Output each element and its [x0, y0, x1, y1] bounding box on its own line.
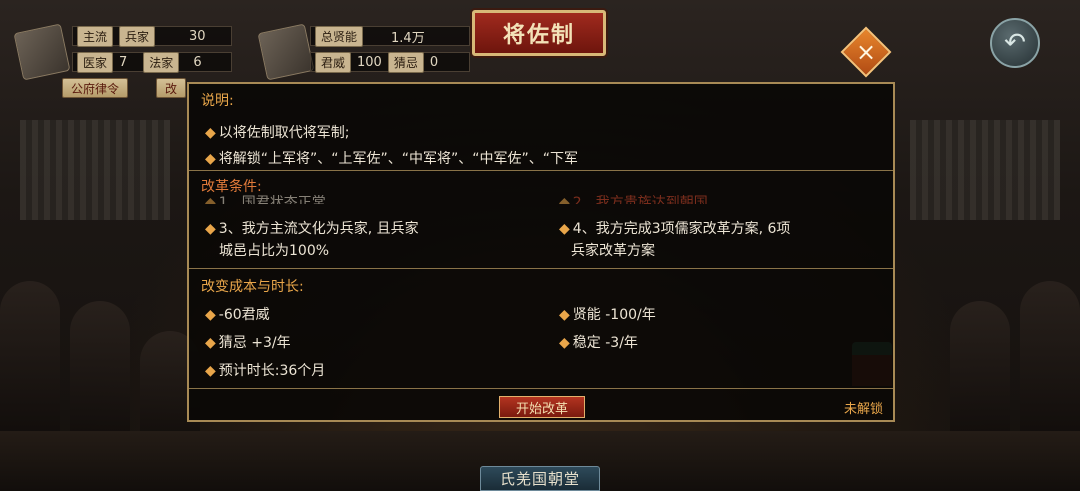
- diamond-icon: ◆: [559, 307, 570, 323]
- description-line: ◆ 将解锁“上军将”、“上军佐”、“中军将”、“中军佐”、“下军: [205, 151, 579, 167]
- divider: [189, 388, 893, 389]
- condition-4-cont: 兵家改革方案: [571, 243, 655, 259]
- prestige-stat: 君威 100 猜忌 0: [310, 51, 470, 73]
- mainstream-school: 兵家: [119, 25, 156, 47]
- cost-item: ◆ 猜忌 +3/年: [205, 335, 291, 351]
- official-figure: [0, 281, 60, 451]
- locked-status: 未解锁: [843, 402, 883, 417]
- close-icon: ×: [855, 37, 877, 66]
- suspicion-value: 0: [429, 54, 439, 70]
- prestige-label: 君威: [315, 51, 352, 73]
- condition-3: ◆ 3、我方主流文化为兵家, 且兵家: [205, 221, 419, 237]
- medicine-value: 7: [119, 54, 128, 70]
- diamond-icon: ◆: [205, 335, 216, 351]
- reform-detail-panel: 说明: ◆ 以将佐制取代将军制; ◆ 将解锁“上军将”、“上军佐”、“中军将”、“中…: [187, 82, 895, 422]
- cost-item: ◆ 贤能 -100/年: [559, 307, 656, 323]
- total-talent-value: 1.4万: [391, 30, 425, 46]
- description-header: 说明:: [201, 93, 234, 109]
- back-button[interactable]: ↶: [990, 18, 1040, 68]
- mainstream-value: 30: [189, 28, 206, 44]
- legalist-label: 法家: [143, 51, 180, 73]
- cost-item: ◆ 预计时长:36个月: [205, 363, 326, 379]
- diamond-icon: ◆: [205, 307, 216, 323]
- suspicion-label: 猜忌: [387, 51, 424, 73]
- condition-partial: ◆ 1、国君状态正常: [205, 192, 326, 204]
- diamond-icon: ◆: [205, 221, 216, 237]
- medicine-label: 医家: [77, 51, 114, 73]
- hall-window-left: [20, 120, 170, 220]
- divider: [189, 170, 893, 171]
- diamond-icon: ◆: [205, 363, 216, 379]
- official-figure: [70, 301, 130, 451]
- total-talent-stat: 总贤能 1.4万: [310, 25, 470, 47]
- diamond-icon: ◆: [559, 335, 570, 351]
- condition-partial: ◆ 2、我方贵族达到朝国: [559, 192, 708, 204]
- diamond-icon: ◆: [205, 195, 216, 204]
- condition-4: ◆ 4、我方完成3项儒家改革方案, 6项: [559, 221, 791, 237]
- hall-window-right: [910, 120, 1060, 220]
- diamond-icon: ◆: [205, 125, 216, 141]
- official-figure: [1020, 281, 1080, 451]
- legalist-value: 6: [193, 54, 202, 70]
- description-line: ◆ 以将佐制取代将军制;: [205, 125, 350, 141]
- start-reform-button[interactable]: 开始改革: [499, 396, 585, 418]
- condition-3-cont: 城邑占比为100%: [219, 243, 330, 259]
- diamond-icon: ◆: [205, 151, 216, 167]
- talent-icon[interactable]: [257, 23, 315, 81]
- official-figure: [950, 301, 1010, 451]
- gongfu-law-button[interactable]: 公府律令: [62, 78, 129, 98]
- cost-header: 改变成本与时长:: [201, 279, 304, 295]
- prestige-value: 100: [357, 54, 382, 70]
- school-stat: 医家 7 法家 6: [72, 51, 232, 73]
- total-talent-label: 总贤能: [315, 25, 364, 47]
- mainstream-stat: 主流 兵家 30: [72, 25, 232, 47]
- back-arrow-icon: ↶: [1004, 28, 1026, 58]
- cost-item: ◆ -60君威: [205, 307, 270, 323]
- divider: [189, 268, 893, 269]
- cost-item: ◆ 稳定 -3/年: [559, 335, 638, 351]
- reform-tab-button[interactable]: 改: [156, 78, 187, 98]
- court-name-label: 氏羌国朝堂: [480, 466, 600, 491]
- diamond-icon: ◆: [559, 221, 570, 237]
- scroll-icon[interactable]: [13, 23, 71, 81]
- mainstream-label: 主流: [77, 25, 114, 47]
- diamond-icon: ◆: [559, 195, 570, 204]
- page-title: 将佐制: [472, 10, 606, 56]
